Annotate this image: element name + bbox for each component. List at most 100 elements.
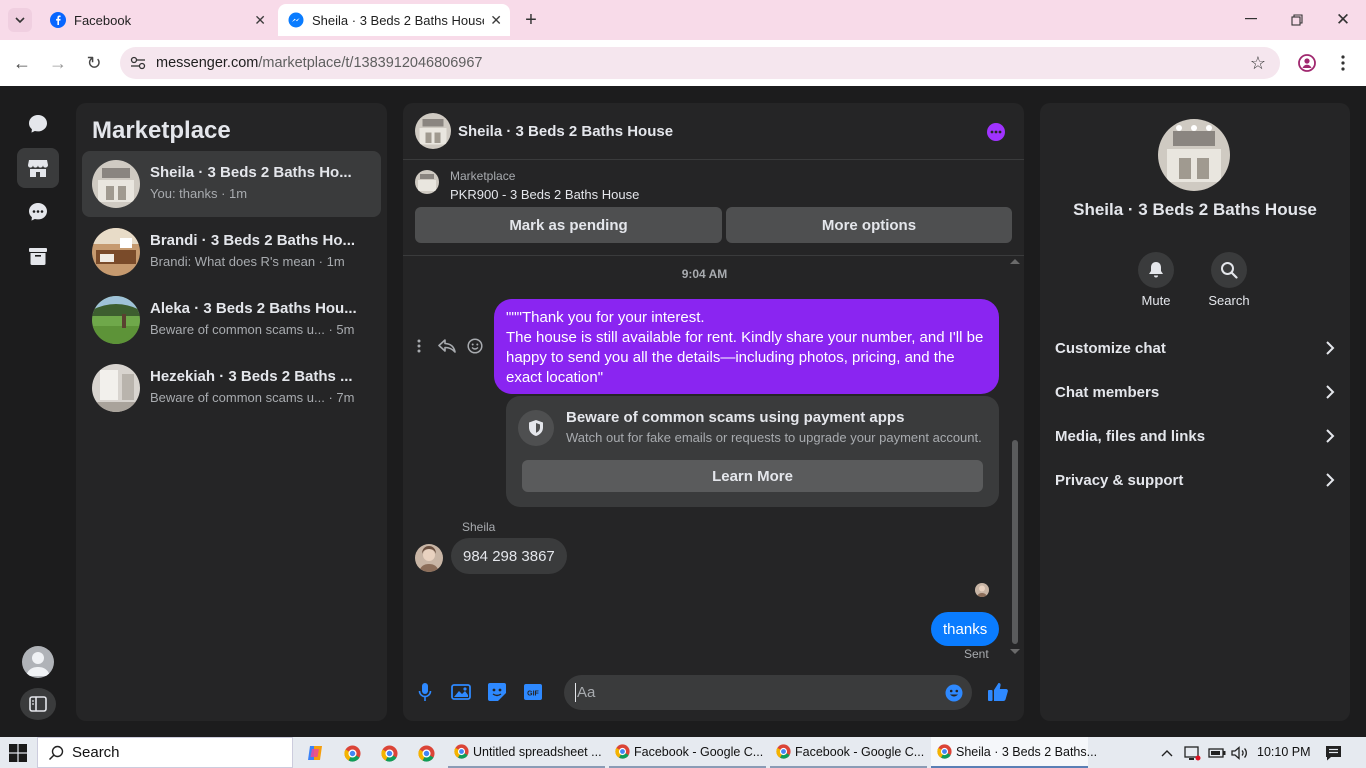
copilot-icon[interactable] [305, 743, 325, 763]
search-button[interactable] [1211, 252, 1247, 288]
sticker-icon[interactable] [486, 681, 508, 703]
taskbar-window[interactable]: Facebook - Google C... [609, 737, 766, 768]
react-emoji-icon[interactable] [466, 337, 484, 355]
chrome-icon[interactable] [379, 743, 399, 763]
conversation-preview: Brandi: What does R's mean · 1m [150, 254, 345, 269]
taskbar-search-label: Search [72, 744, 120, 761]
chat-avatar[interactable] [415, 113, 451, 149]
customize-chat-item[interactable]: Customize chat [1055, 328, 1335, 368]
learn-more-button[interactable]: Learn More [522, 460, 983, 492]
privacy-support-item[interactable]: Privacy & support [1055, 460, 1335, 500]
sender-avatar[interactable] [415, 544, 443, 572]
taskbar-window-active[interactable]: Sheila · 3 Beds 2 Baths... [931, 737, 1097, 768]
tab-search-chevron-icon[interactable] [8, 8, 32, 32]
conversation-item[interactable]: Aleka · 3 Beds 2 Baths Hou... Beware of … [82, 287, 381, 353]
reply-icon[interactable] [437, 337, 457, 355]
address-bar[interactable]: messenger.com/marketplace/t/138391204680… [120, 47, 1280, 79]
conversation-name: Hezekiah · 3 Beds 2 Baths ... [150, 368, 353, 385]
bookmark-star-icon[interactable]: ☆ [1248, 53, 1268, 73]
battery-icon[interactable] [1207, 743, 1227, 763]
volume-icon[interactable] [1230, 743, 1250, 763]
message-text: happy to send you all the details—includ… [506, 349, 955, 366]
conversation-info-icon[interactable] [987, 123, 1005, 141]
seen-avatar [975, 583, 989, 597]
new-tab-icon[interactable]: + [520, 9, 542, 31]
notifications-icon[interactable] [1323, 743, 1343, 763]
browser-menu-icon[interactable] [1332, 52, 1354, 74]
emoji-icon[interactable] [944, 683, 964, 703]
mark-pending-button[interactable]: Mark as pending [415, 207, 722, 243]
text-cursor [575, 683, 576, 702]
chrome-icon[interactable] [342, 743, 362, 763]
item-label: Media, files and links [1055, 427, 1206, 445]
scam-warning-card: Beware of common scams using payment app… [506, 396, 999, 507]
scroll-thumb[interactable] [1012, 440, 1018, 644]
chats-icon[interactable] [17, 104, 59, 144]
media-files-links-item[interactable]: Media, files and links [1055, 416, 1335, 456]
chat-panel: Sheila · 3 Beds 2 Baths House Marketplac… [403, 103, 1024, 721]
chat-title[interactable]: Sheila · 3 Beds 2 Baths House [458, 123, 673, 140]
tab-facebook[interactable]: Facebook ✕ [40, 4, 274, 36]
profile-avatar[interactable] [1158, 119, 1230, 191]
chat-members-item[interactable]: Chat members [1055, 372, 1335, 412]
panel-title: Marketplace [92, 117, 231, 144]
restore-icon[interactable] [1286, 9, 1308, 31]
taskbar-window[interactable]: Untitled spreadsheet ... [448, 737, 605, 768]
reload-icon[interactable]: ↻ [82, 52, 106, 74]
archive-icon[interactable] [17, 236, 59, 276]
message-input[interactable]: Aa [564, 675, 972, 710]
chrome-icon[interactable] [416, 743, 436, 763]
search-icon [48, 745, 64, 761]
listing-thumbnail [415, 170, 439, 194]
close-tab-icon[interactable]: ✕ [490, 12, 502, 29]
windows-start-icon[interactable] [8, 743, 28, 763]
user-avatar-icon[interactable] [22, 646, 54, 678]
url-path: /marketplace/t/1383912046806967 [258, 55, 483, 71]
forward-icon[interactable]: → [46, 52, 70, 74]
taskbar-window[interactable]: Facebook - Google C... [770, 737, 927, 768]
mute-label: Mute [1141, 293, 1171, 308]
back-icon[interactable]: ← [10, 52, 34, 74]
outgoing-message-bubble[interactable]: thanks [931, 612, 1000, 646]
profile-icon[interactable] [1296, 52, 1318, 74]
scroll-up-arrow[interactable] [1010, 259, 1020, 264]
messenger-icon [288, 12, 304, 28]
marketplace-icon[interactable] [17, 148, 59, 188]
close-window-icon[interactable]: ✕ [1332, 9, 1354, 31]
tab-messenger[interactable]: Sheila · 3 Beds 2 Baths House | l ✕ [278, 4, 510, 36]
conversation-item[interactable]: Sheila · 3 Beds 2 Baths Ho... You: thank… [82, 151, 381, 217]
thumbs-up-icon[interactable] [986, 680, 1010, 704]
scroll-down-arrow[interactable] [1010, 649, 1020, 654]
listing-thumbnail [92, 364, 140, 412]
more-options-button[interactable]: More options [726, 207, 1012, 243]
conversation-item[interactable]: Hezekiah · 3 Beds 2 Baths ... Beware of … [82, 355, 381, 421]
site-settings-icon[interactable] [120, 47, 156, 79]
taskbar-search[interactable]: Search [37, 737, 293, 768]
minimize-icon[interactable] [1240, 8, 1262, 30]
conversation-item[interactable]: Brandi · 3 Beds 2 Baths Ho... Brandi: Wh… [82, 219, 381, 285]
attach-photo-icon[interactable] [450, 681, 472, 703]
close-tab-icon[interactable]: ✕ [254, 12, 266, 29]
search-icon [1221, 262, 1238, 279]
taskbar-window-title: Untitled spreadsheet ... [473, 744, 602, 759]
search-label: Search [1208, 293, 1250, 308]
scrollbar[interactable] [1010, 256, 1020, 656]
chevron-up-icon[interactable] [1158, 743, 1176, 763]
gif-icon[interactable]: GIF [522, 681, 544, 703]
microphone-icon[interactable] [414, 681, 436, 703]
outgoing-message-bubble[interactable]: """Thank you for your interest. The hous… [494, 299, 999, 394]
listing-title[interactable]: PKR900 - 3 Beds 2 Baths House [450, 187, 639, 202]
toggle-sidebar-icon[interactable] [20, 688, 56, 720]
conversation-name: Brandi · 3 Beds 2 Baths Ho... [150, 232, 356, 249]
item-label: Customize chat [1055, 339, 1166, 357]
mute-button[interactable] [1138, 252, 1174, 288]
conversation-preview: Beware of common scams u... · 5m [150, 322, 355, 337]
scam-warning-text: Watch out for fake emails or requests to… [566, 430, 982, 445]
incoming-message-bubble[interactable]: 984 298 3867 [451, 538, 567, 574]
network-icon[interactable] [1182, 743, 1202, 763]
clock[interactable]: 10:10 PM [1257, 745, 1311, 759]
message-requests-icon[interactable] [17, 192, 59, 232]
more-actions-icon[interactable] [413, 337, 425, 355]
shield-icon [518, 410, 554, 446]
message-input-placeholder: Aa [577, 684, 596, 701]
